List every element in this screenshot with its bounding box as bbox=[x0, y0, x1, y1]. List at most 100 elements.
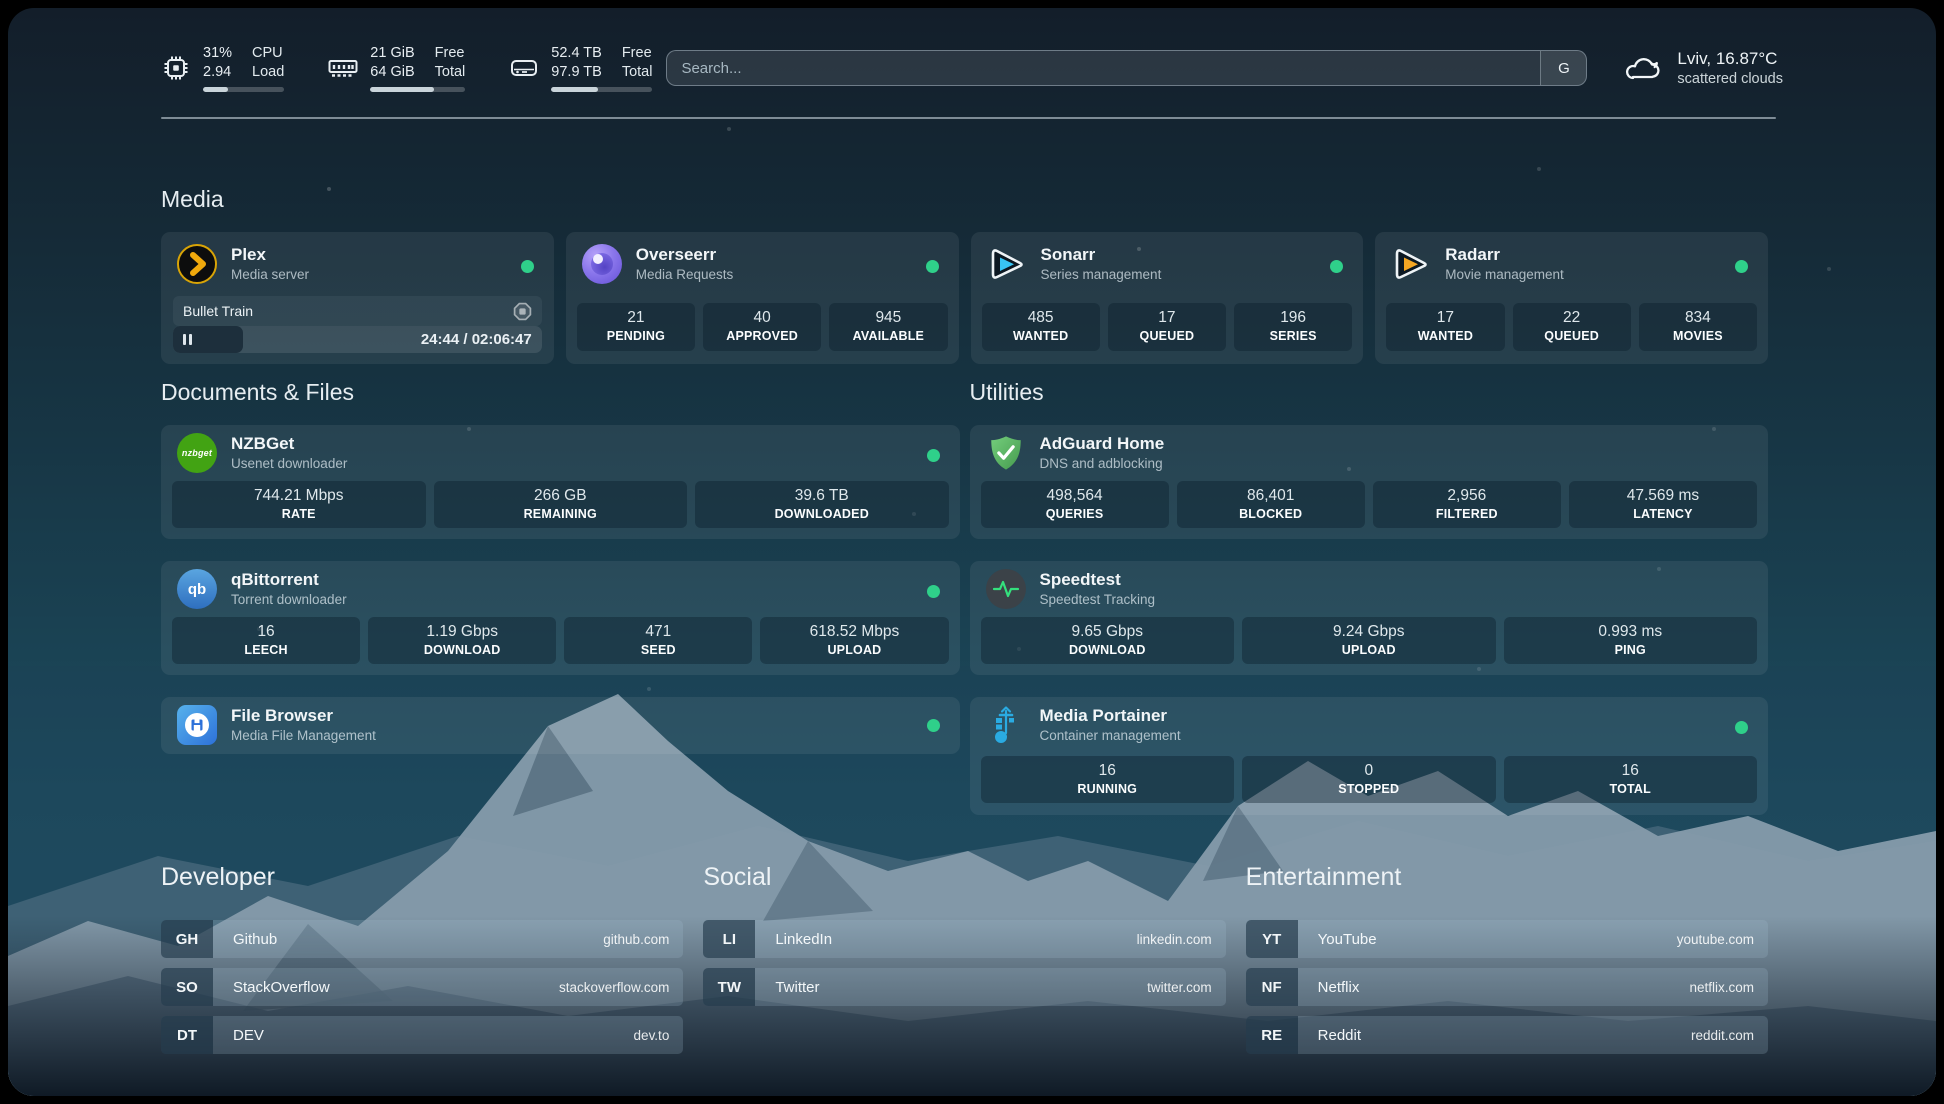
search-input[interactable] bbox=[667, 51, 1540, 85]
stat-label: QUEUED bbox=[1108, 328, 1226, 345]
sonarr-icon bbox=[987, 244, 1027, 284]
section-utilities: Utilities bbox=[970, 377, 1769, 815]
stat-value: 266 GB bbox=[434, 486, 688, 506]
service-card-nzbget[interactable]: nzbget NZBGet Usenet downloader 744.21 M… bbox=[161, 425, 960, 539]
bookmark-youtube[interactable]: YT YouTube youtube.com bbox=[1246, 920, 1768, 958]
bookmark-reddit[interactable]: RE Reddit reddit.com bbox=[1246, 1016, 1768, 1054]
service-card-overseerr[interactable]: Overseerr Media Requests 21 PENDING 40 A… bbox=[566, 232, 959, 364]
bookmark-abbr: DT bbox=[161, 1016, 213, 1054]
service-description: Container management bbox=[1040, 727, 1181, 745]
stat-value: 744.21 Mbps bbox=[172, 486, 426, 506]
weather-condition: scattered clouds bbox=[1677, 70, 1783, 89]
stat-value: 47.569 ms bbox=[1569, 486, 1757, 506]
bookmark-dev[interactable]: DT DEV dev.to bbox=[161, 1016, 683, 1054]
status-dot bbox=[1330, 260, 1343, 273]
speedtest-icon bbox=[986, 569, 1026, 609]
stat-value: 16 bbox=[1504, 761, 1758, 781]
stat-value: 485 bbox=[982, 308, 1100, 328]
stat-label: AVAILABLE bbox=[829, 328, 947, 345]
service-card-adguard[interactable]: AdGuard Home DNS and adblocking 498,564 … bbox=[970, 425, 1769, 539]
overseerr-icon bbox=[582, 244, 622, 284]
disk-progress-bar bbox=[551, 87, 652, 92]
section-title-documents: Documents & Files bbox=[161, 377, 960, 407]
stat-value: 0 bbox=[1242, 761, 1496, 781]
stat-stopped: 0 STOPPED bbox=[1242, 756, 1496, 803]
bookmark-name: Reddit bbox=[1300, 1016, 1691, 1054]
service-name: Overseerr bbox=[636, 244, 734, 266]
stat-rate: 744.21 Mbps RATE bbox=[172, 481, 426, 528]
disk-free-label: Free bbox=[622, 44, 653, 63]
cpu-load-label: Load bbox=[252, 63, 284, 82]
stat-wanted: 485 WANTED bbox=[982, 303, 1100, 351]
bookmark-group-title: Social bbox=[703, 860, 1225, 894]
service-card-portainer[interactable]: Media Portainer Container management 16 … bbox=[970, 697, 1769, 815]
bookmark-stackoverflow[interactable]: SO StackOverflow stackoverflow.com bbox=[161, 968, 683, 1006]
bookmark-twitter[interactable]: TW Twitter twitter.com bbox=[703, 968, 1225, 1006]
service-card-speedtest[interactable]: Speedtest Speedtest Tracking 9.65 Gbps D… bbox=[970, 561, 1769, 675]
bookmark-netflix[interactable]: NF Netflix netflix.com bbox=[1246, 968, 1768, 1006]
service-description: Media Requests bbox=[636, 266, 734, 284]
stat-label: PENDING bbox=[577, 328, 695, 345]
stat-value: 834 bbox=[1639, 308, 1757, 328]
search-bar[interactable]: G bbox=[666, 50, 1587, 86]
service-name: Sonarr bbox=[1041, 244, 1162, 266]
status-dot bbox=[926, 260, 939, 273]
stat-label: FILTERED bbox=[1373, 506, 1561, 523]
now-playing-title: Bullet Train bbox=[183, 303, 513, 319]
bookmark-group-title: Entertainment bbox=[1246, 860, 1768, 894]
stat-value: 16 bbox=[172, 622, 360, 642]
service-card-sonarr[interactable]: Sonarr Series management 485 WANTED 17 Q… bbox=[971, 232, 1364, 364]
stat-upload: 618.52 Mbps UPLOAD bbox=[760, 617, 948, 664]
cpu-icon bbox=[161, 51, 191, 85]
stat-value: 945 bbox=[829, 308, 947, 328]
playback-progress-bar[interactable]: 24:44 / 02:06:47 bbox=[173, 326, 542, 353]
now-playing-row: Bullet Train bbox=[173, 296, 542, 326]
disk-free-value: 52.4 TB bbox=[551, 44, 602, 63]
stat-queued: 17 QUEUED bbox=[1108, 303, 1226, 351]
disk-progress-fill bbox=[551, 87, 598, 92]
service-name: Speedtest bbox=[1040, 569, 1156, 591]
stat-value: 471 bbox=[564, 622, 752, 642]
bookmark-linkedin[interactable]: LI LinkedIn linkedin.com bbox=[703, 920, 1225, 958]
service-card-qbittorrent[interactable]: qb qBittorrent Torrent downloader 16 LEE… bbox=[161, 561, 960, 675]
playback-elapsed bbox=[173, 326, 243, 353]
stat-leech: 16 LEECH bbox=[172, 617, 360, 664]
ram-total-value: 64 GiB bbox=[370, 63, 414, 82]
weather-widget[interactable]: Lviv, 16.87°C scattered clouds bbox=[1623, 48, 1783, 89]
service-description: Torrent downloader bbox=[231, 591, 347, 609]
bookmark-abbr: NF bbox=[1246, 968, 1298, 1006]
bookmark-name: YouTube bbox=[1300, 920, 1677, 958]
stat-label: REMAINING bbox=[434, 506, 688, 523]
bookmark-github[interactable]: GH Github github.com bbox=[161, 920, 683, 958]
stat-value: 39.6 TB bbox=[695, 486, 949, 506]
stat-running: 16 RUNNING bbox=[981, 756, 1235, 803]
bookmark-name: Twitter bbox=[757, 968, 1147, 1006]
service-card-plex[interactable]: Plex Media server Bullet Train bbox=[161, 232, 554, 364]
stat-latency: 47.569 ms LATENCY bbox=[1569, 481, 1757, 528]
stat-label: WANTED bbox=[1386, 328, 1504, 345]
stat-value: 1.19 Gbps bbox=[368, 622, 556, 642]
stat-label: RUNNING bbox=[981, 781, 1235, 798]
ram-icon bbox=[328, 51, 358, 85]
cpu-progress-bar bbox=[203, 87, 284, 92]
search-provider-button[interactable]: G bbox=[1540, 51, 1586, 85]
stat-label: RATE bbox=[172, 506, 426, 523]
resource-cpu: 31% 2.94 CPU Load bbox=[161, 44, 284, 92]
section-documents: Documents & Files nzbget NZBGet Usenet d… bbox=[161, 377, 960, 815]
service-card-radarr[interactable]: Radarr Movie management 17 WANTED 22 QUE… bbox=[1375, 232, 1768, 364]
stat-label: UPLOAD bbox=[1242, 642, 1496, 659]
stat-upload: 9.24 Gbps UPLOAD bbox=[1242, 617, 1496, 664]
ram-progress-fill bbox=[370, 87, 434, 92]
service-name: Plex bbox=[231, 244, 309, 266]
stat-pending: 21 PENDING bbox=[577, 303, 695, 351]
bookmark-name: LinkedIn bbox=[757, 920, 1136, 958]
ram-progress-bar bbox=[370, 87, 465, 92]
stat-downloaded: 39.6 TB DOWNLOADED bbox=[695, 481, 949, 528]
bookmark-group-title: Developer bbox=[161, 860, 683, 894]
service-name: File Browser bbox=[231, 705, 376, 727]
section-title-utilities: Utilities bbox=[970, 377, 1769, 407]
stat-available: 945 AVAILABLE bbox=[829, 303, 947, 351]
service-card-filebrowser[interactable]: File Browser Media File Management bbox=[161, 697, 960, 754]
bookmark-url: reddit.com bbox=[1691, 1016, 1768, 1054]
bookmark-group-entertainment: Entertainment YT YouTube youtube.com NF … bbox=[1246, 860, 1768, 1054]
